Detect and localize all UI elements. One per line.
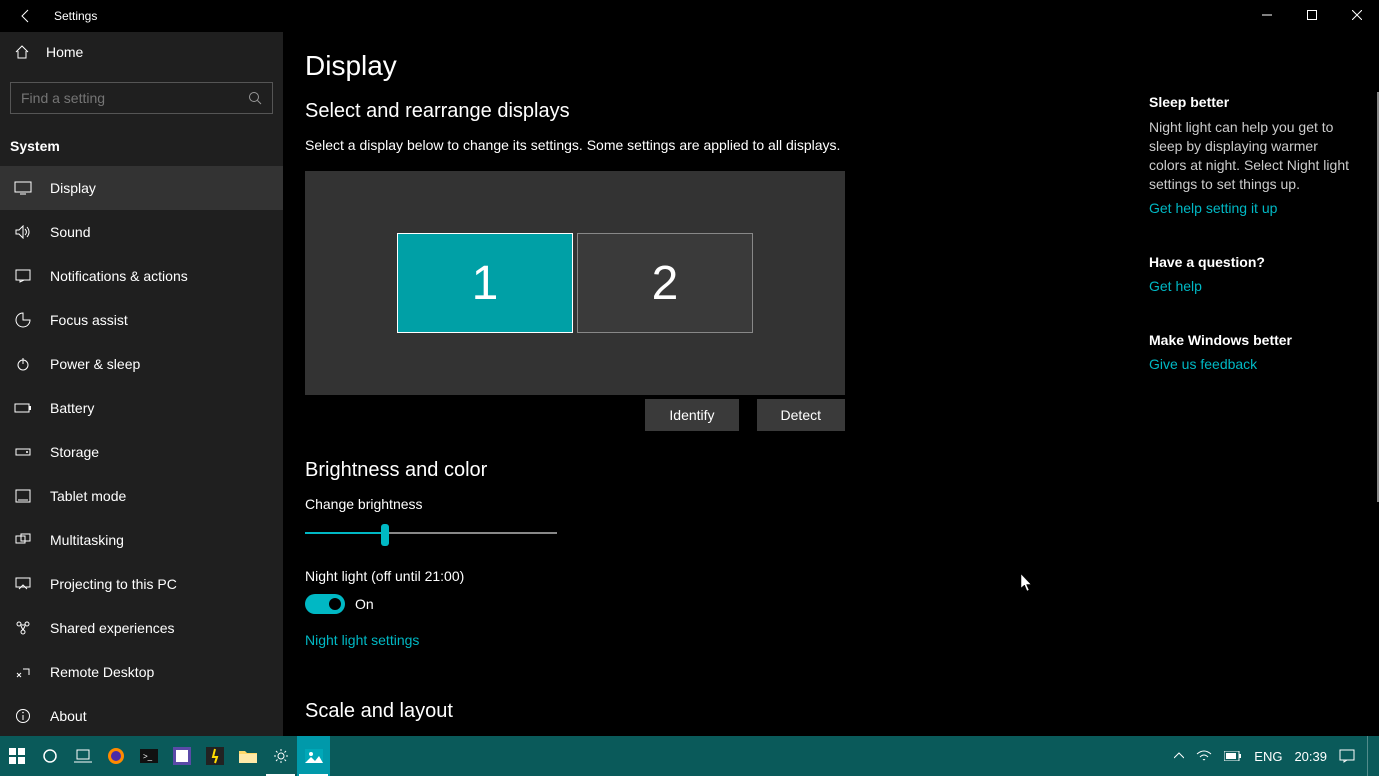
display-arrangement-area[interactable]: 1 2 [305, 171, 845, 395]
back-button[interactable] [18, 8, 34, 24]
brightness-slider[interactable] [305, 522, 557, 546]
focus-assist-icon [14, 311, 32, 329]
sidebar-item-multitasking[interactable]: Multitasking [0, 518, 283, 562]
page-title: Display [305, 50, 1357, 82]
info-feedback-title: Make Windows better [1149, 332, 1359, 348]
sidebar-home[interactable]: Home [0, 32, 283, 72]
sidebar-item-label: Storage [50, 444, 99, 460]
task-view-button[interactable] [66, 736, 99, 776]
taskbar-photos[interactable] [297, 736, 330, 776]
sidebar-item-focus-assist[interactable]: Focus assist [0, 298, 283, 342]
sidebar-item-label: Tablet mode [50, 488, 126, 504]
nightlight-label: Night light (off until 21:00) [305, 568, 1357, 584]
display-2[interactable]: 2 [577, 233, 753, 333]
sidebar-item-label: Battery [50, 400, 94, 416]
search-icon [248, 91, 262, 105]
close-button[interactable] [1334, 0, 1379, 30]
sidebar-item-label: Remote Desktop [50, 664, 154, 680]
info-sleep-link[interactable]: Get help setting it up [1149, 200, 1359, 216]
sidebar-item-battery[interactable]: Battery [0, 386, 283, 430]
info-question-title: Have a question? [1149, 254, 1359, 270]
main-content: Display Select and rearrange displays Se… [283, 32, 1379, 736]
taskbar-app1[interactable] [165, 736, 198, 776]
info-sleep-title: Sleep better [1149, 94, 1359, 110]
sidebar: Home System Display Sound Notifications … [0, 32, 283, 736]
display-icon [14, 179, 32, 197]
window-title: Settings [54, 9, 97, 23]
power-icon [14, 355, 32, 373]
show-desktop[interactable] [1367, 736, 1373, 776]
minimize-button[interactable] [1244, 0, 1289, 30]
tray-language[interactable]: ENG [1254, 749, 1282, 764]
sidebar-item-display[interactable]: Display [0, 166, 283, 210]
tablet-icon [14, 487, 32, 505]
maximize-button[interactable] [1289, 0, 1334, 30]
start-button[interactable] [0, 736, 33, 776]
nightlight-toggle[interactable] [305, 594, 345, 614]
shared-icon [14, 619, 32, 637]
taskbar-file-explorer[interactable] [231, 736, 264, 776]
sidebar-item-label: Power & sleep [50, 356, 140, 372]
sidebar-item-label: About [50, 708, 87, 724]
taskbar-settings[interactable] [264, 736, 297, 776]
svg-text:>_: >_ [143, 752, 153, 761]
sidebar-item-label: Notifications & actions [50, 268, 188, 284]
brightness-label: Change brightness [305, 496, 1357, 512]
sidebar-item-tablet-mode[interactable]: Tablet mode [0, 474, 283, 518]
tray-action-center-icon[interactable] [1339, 749, 1355, 763]
display-1[interactable]: 1 [397, 233, 573, 333]
sidebar-item-projecting[interactable]: Projecting to this PC [0, 562, 283, 606]
tray-battery-icon[interactable] [1224, 751, 1242, 761]
info-question-link[interactable]: Get help [1149, 278, 1359, 294]
sidebar-item-storage[interactable]: Storage [0, 430, 283, 474]
detect-button[interactable]: Detect [757, 399, 845, 431]
sidebar-item-remote-desktop[interactable]: Remote Desktop [0, 650, 283, 694]
taskbar-app2[interactable] [198, 736, 231, 776]
nightlight-settings-link[interactable]: Night light settings [305, 632, 419, 648]
projecting-icon [14, 575, 32, 593]
tray-wifi-icon[interactable] [1196, 750, 1212, 762]
sidebar-item-power-sleep[interactable]: Power & sleep [0, 342, 283, 386]
section-scale: Scale and layout [305, 700, 1357, 723]
info-feedback-link[interactable]: Give us feedback [1149, 356, 1359, 372]
sidebar-item-shared-experiences[interactable]: Shared experiences [0, 606, 283, 650]
sidebar-category: System [0, 132, 283, 166]
sidebar-item-label: Shared experiences [50, 620, 175, 636]
taskbar-terminal[interactable]: >_ [132, 736, 165, 776]
notifications-icon [14, 267, 32, 285]
sidebar-item-label: Projecting to this PC [50, 576, 177, 592]
storage-icon [14, 443, 32, 461]
battery-icon [14, 399, 32, 417]
sidebar-home-label: Home [46, 44, 83, 60]
about-icon [14, 707, 32, 725]
taskbar-firefox[interactable] [99, 736, 132, 776]
sidebar-search[interactable] [10, 82, 273, 114]
identify-button[interactable]: Identify [645, 399, 738, 431]
tray-clock[interactable]: 20:39 [1294, 749, 1327, 764]
titlebar: Settings [0, 0, 1379, 32]
remote-desktop-icon [14, 663, 32, 681]
tray-expand[interactable] [1174, 752, 1184, 760]
sidebar-item-about[interactable]: About [0, 694, 283, 736]
sidebar-item-label: Focus assist [50, 312, 128, 328]
sidebar-item-label: Multitasking [50, 532, 124, 548]
info-panel: Sleep better Night light can help you ge… [1149, 94, 1359, 410]
nightlight-state: On [355, 596, 374, 612]
sidebar-item-sound[interactable]: Sound [0, 210, 283, 254]
sound-icon [14, 223, 32, 241]
sidebar-item-notifications[interactable]: Notifications & actions [0, 254, 283, 298]
multitasking-icon [14, 531, 32, 549]
taskbar: >_ ENG 20:39 [0, 736, 1379, 776]
home-icon [14, 44, 30, 60]
sidebar-item-label: Sound [50, 224, 90, 240]
info-sleep-text: Night light can help you get to sleep by… [1149, 118, 1359, 194]
sidebar-item-label: Display [50, 180, 96, 196]
cortana-button[interactable] [33, 736, 66, 776]
section-brightness: Brightness and color [305, 459, 1357, 482]
search-input[interactable] [11, 90, 272, 106]
